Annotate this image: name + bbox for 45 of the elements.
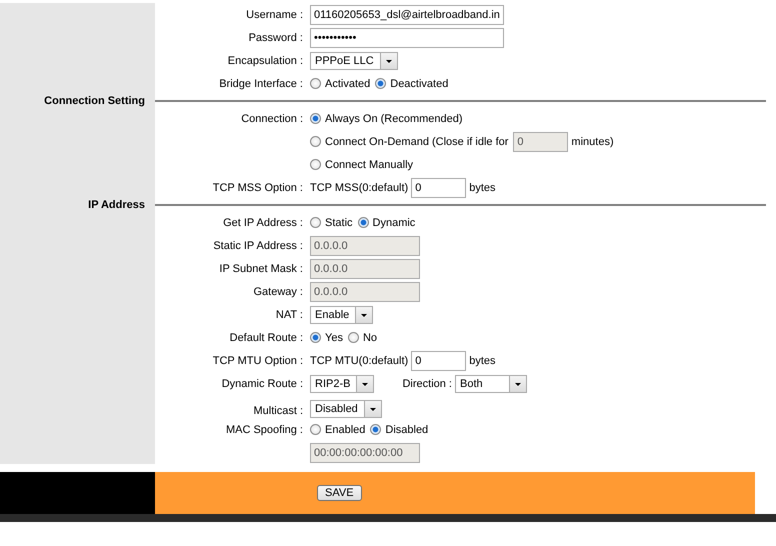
field-label: Static IP Address : [212,240,304,252]
radio-option[interactable]: Dynamic [358,216,416,228]
dropdown[interactable]: Disabled [310,400,382,418]
text-field[interactable]: ••••••••••• [310,28,504,48]
option-text: TCP MTU(0:default) [310,354,408,366]
field-label: Bridge Interface : [218,78,304,90]
field-label: Connection : [240,112,304,124]
field-label: IP Subnet Mask : [218,262,304,274]
dropdown[interactable]: Both [455,374,527,392]
field-label: Password : [248,32,304,44]
option-text: bytes [469,182,496,194]
field-label: Get IP Address : [222,216,304,228]
section-heading: IP Address [87,199,146,211]
field-label: Multicast : [252,405,304,418]
radio-option[interactable]: Always On (Recommended) [310,112,463,124]
field-label: NAT : [274,308,304,320]
dropdown[interactable]: RIP2-B [310,374,374,392]
field-label: Username : [245,8,304,20]
field-label: Direction : [402,378,452,390]
radio-option[interactable]: Yes [310,332,343,344]
field-label: Default Route : [228,332,304,344]
text-field[interactable]: 01160205653_dsl@airtelbroadband.in [310,4,504,24]
dropdown[interactable]: PPPoE LLC [310,52,398,70]
field-label: TCP MTU Option : [212,354,304,366]
field-label: MAC Spoofing : [224,424,304,436]
save-button[interactable]: SAVE [317,485,362,501]
option-text: bytes [469,354,496,366]
radio-option[interactable]: Activated [310,78,370,90]
radio-option[interactable]: Deactivated [375,78,448,90]
radio-option[interactable]: Static [310,216,353,228]
section-heading: Connection Setting [43,95,146,107]
radio-option[interactable]: Connect Manually [310,158,414,170]
radio-option[interactable]: Connect On-Demand (Close if idle for [310,136,508,148]
option-text: minutes) [571,136,614,148]
radio-option[interactable]: No [348,332,378,344]
radio-option[interactable]: Enabled [310,424,366,436]
dropdown[interactable]: Enable [310,306,374,324]
option-text: TCP MSS(0:default) [310,182,408,194]
text-field[interactable]: 0 [411,178,466,198]
field-label: Encapsulation : [226,54,304,66]
field-label: Dynamic Route : [220,378,304,390]
field-label: Gateway : [252,286,304,298]
text-field[interactable]: 0 [411,350,466,370]
radio-option[interactable]: Disabled [370,424,428,436]
field-label: TCP MSS Option : [212,182,304,194]
